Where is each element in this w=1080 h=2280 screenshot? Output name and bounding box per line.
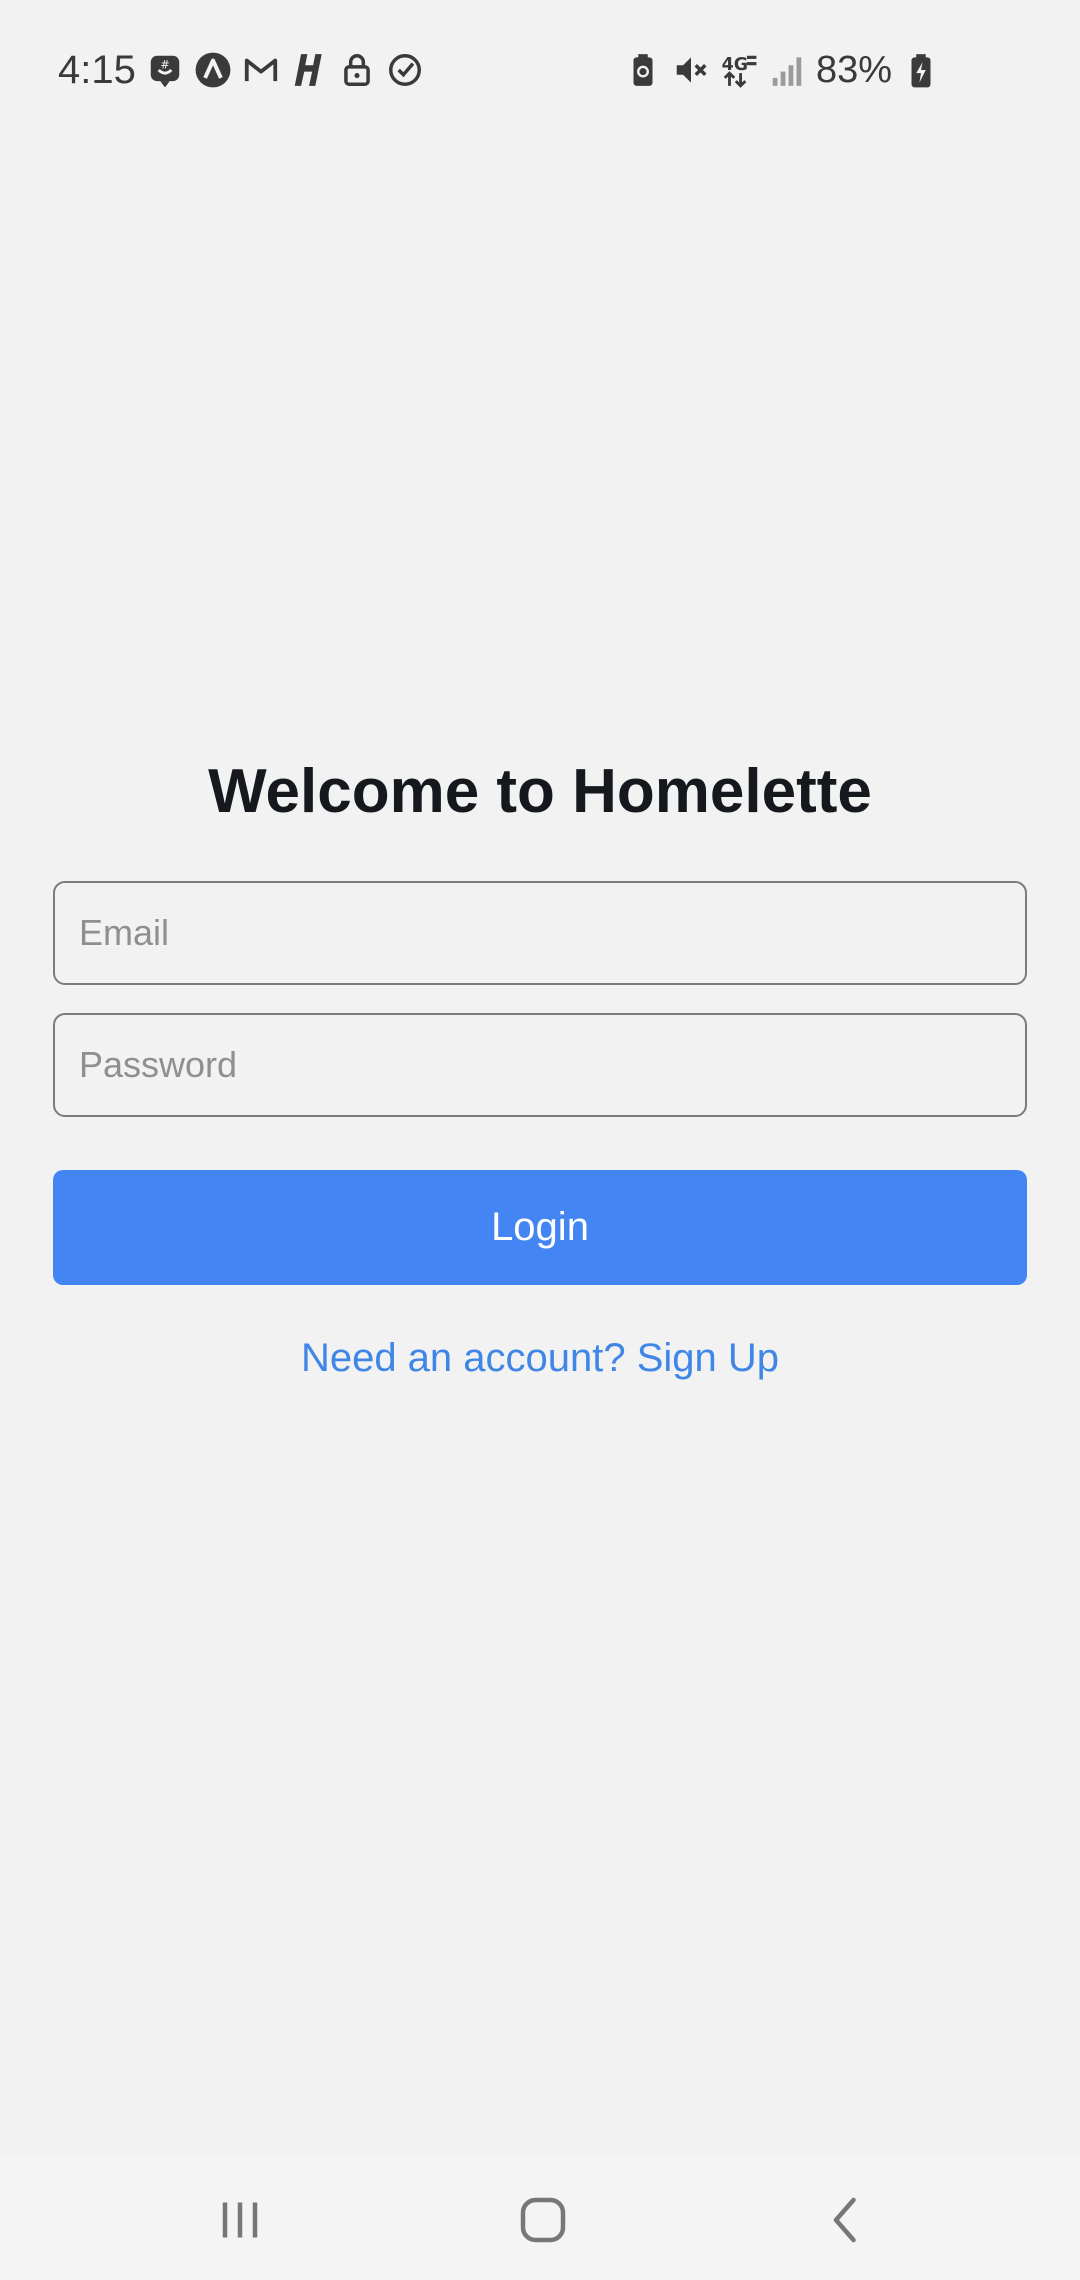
back-button[interactable]: [806, 2185, 886, 2255]
home-icon: [520, 2197, 566, 2243]
signal-icon: [768, 51, 806, 89]
recents-button[interactable]: [200, 2185, 280, 2255]
h-app-icon: [290, 51, 328, 89]
password-field[interactable]: [53, 1013, 1027, 1117]
lock-icon: [338, 51, 376, 89]
status-bar: 4:15 # 4G 83%: [0, 0, 1080, 140]
svg-text:#: #: [160, 58, 169, 71]
groupme-icon: #: [146, 51, 184, 89]
signup-link[interactable]: Need an account? Sign Up: [0, 1330, 1080, 1386]
mute-icon: [672, 51, 710, 89]
status-time: 4:15: [58, 48, 136, 92]
page-title: Welcome to Homelette: [208, 757, 872, 826]
notification-icons: #: [146, 44, 424, 96]
check-circle-icon: [386, 51, 424, 89]
home-button[interactable]: [503, 2185, 583, 2255]
navigation-bar: [0, 2155, 1080, 2280]
nav-arrow-icon: [194, 51, 232, 89]
login-button[interactable]: Login: [53, 1170, 1027, 1285]
battery-saver-icon: [624, 51, 662, 89]
battery-percent: 83%: [816, 49, 893, 91]
network-label: 4G: [722, 55, 748, 75]
battery-charging-icon: [902, 51, 940, 89]
system-icons: 4G 83%: [624, 44, 940, 96]
4g-lte-icon: 4G: [720, 51, 758, 89]
recents-icon: [222, 2202, 258, 2238]
back-icon: [833, 2197, 856, 2243]
email-field[interactable]: [53, 881, 1027, 985]
gmail-icon: [242, 51, 280, 89]
